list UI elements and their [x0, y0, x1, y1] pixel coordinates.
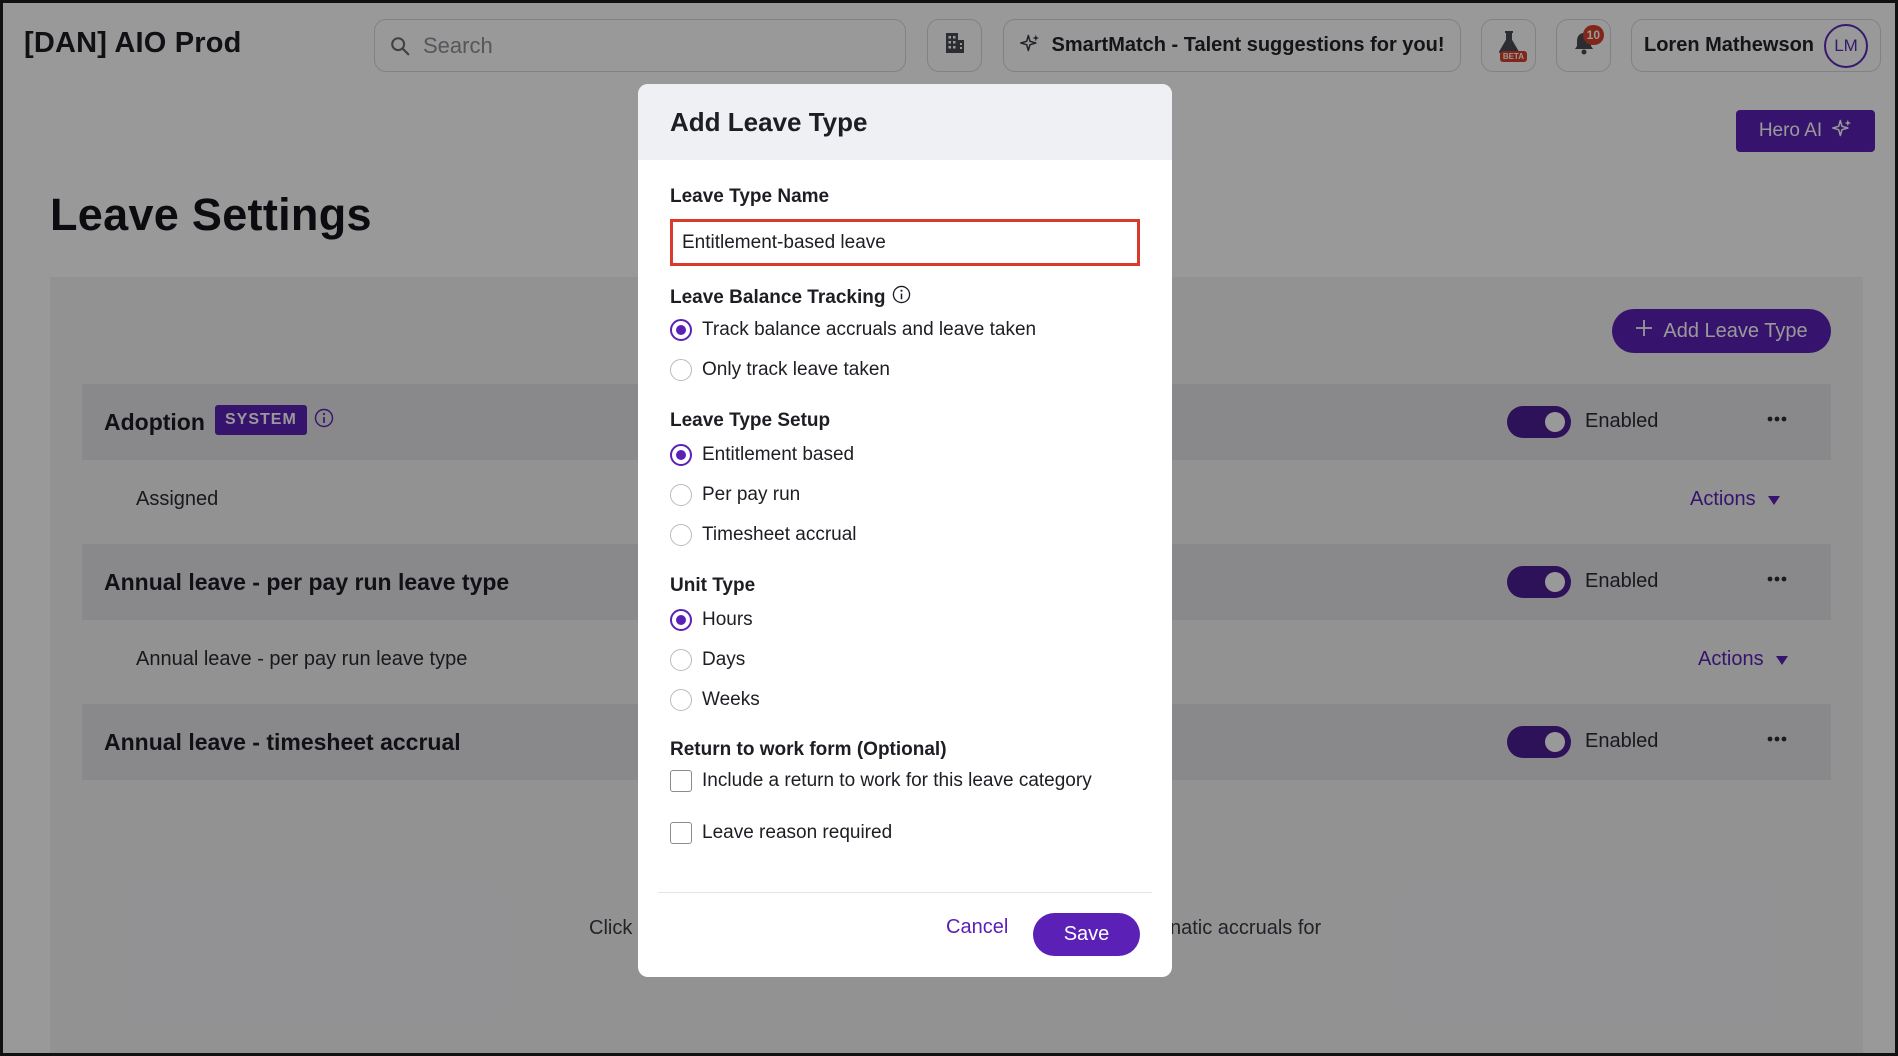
option-label: Only track leave taken — [702, 359, 890, 380]
dialog-title: Add Leave Type — [670, 106, 868, 137]
option-label: Timesheet accrual — [702, 524, 857, 545]
leave-type-name-label: Leave Type Name — [670, 186, 830, 207]
dialog-divider — [658, 892, 1152, 893]
option-label: Leave reason required — [702, 822, 893, 843]
unit-option-hours[interactable]: Hours — [670, 609, 753, 631]
leave-type-setup-label: Leave Type Setup — [670, 410, 831, 431]
option-label: Hours — [702, 609, 753, 630]
unit-option-days[interactable]: Days — [670, 649, 745, 671]
option-label: Entitlement based — [702, 444, 855, 465]
option-label: Weeks — [702, 689, 760, 710]
cancel-button[interactable]: Cancel — [946, 916, 1008, 939]
balance-option-only-taken[interactable]: Only track leave taken — [670, 359, 890, 381]
radio-button[interactable] — [670, 359, 692, 381]
radio-button[interactable] — [670, 524, 692, 546]
leave-reason-option[interactable]: Leave reason required — [670, 822, 892, 844]
return-to-work-checkbox[interactable] — [670, 770, 692, 792]
option-label: Track balance accruals and leave taken — [702, 319, 1037, 340]
balance-tracking-label: Leave Balance Tracking — [670, 285, 911, 310]
radio-button[interactable] — [670, 689, 692, 711]
option-label: Include a return to work for this leave … — [702, 770, 1092, 791]
save-button[interactable]: Save — [1033, 913, 1140, 956]
balance-option-track-accruals[interactable]: Track balance accruals and leave taken — [670, 319, 1036, 341]
add-leave-type-dialog: Add Leave Type Leave Type Name Leave Bal… — [638, 84, 1172, 977]
option-label: Per pay run — [702, 484, 801, 505]
setup-option-timesheet[interactable]: Timesheet accrual — [670, 524, 857, 546]
radio-button[interactable] — [670, 609, 692, 631]
radio-button[interactable] — [670, 649, 692, 671]
radio-button[interactable] — [670, 484, 692, 506]
app-window: [DAN] AIO Prod SmartMatch - Talent sugge… — [0, 0, 1898, 1056]
setup-option-entitlement[interactable]: Entitlement based — [670, 444, 854, 466]
leave-reason-checkbox[interactable] — [670, 822, 692, 844]
leave-type-name-input[interactable] — [670, 219, 1140, 266]
option-label: Days — [702, 649, 746, 670]
unit-option-weeks[interactable]: Weeks — [670, 689, 760, 711]
info-icon[interactable] — [892, 285, 911, 310]
setup-option-per-pay-run[interactable]: Per pay run — [670, 484, 800, 506]
return-to-work-option[interactable]: Include a return to work for this leave … — [670, 770, 1092, 792]
radio-button[interactable] — [670, 444, 692, 466]
dialog-header: Add Leave Type — [638, 84, 1172, 160]
balance-tracking-label-text: Leave Balance Tracking — [670, 286, 886, 308]
radio-button[interactable] — [670, 319, 692, 341]
return-to-work-label: Return to work form (Optional) — [670, 739, 947, 760]
unit-type-label: Unit Type — [670, 575, 756, 596]
